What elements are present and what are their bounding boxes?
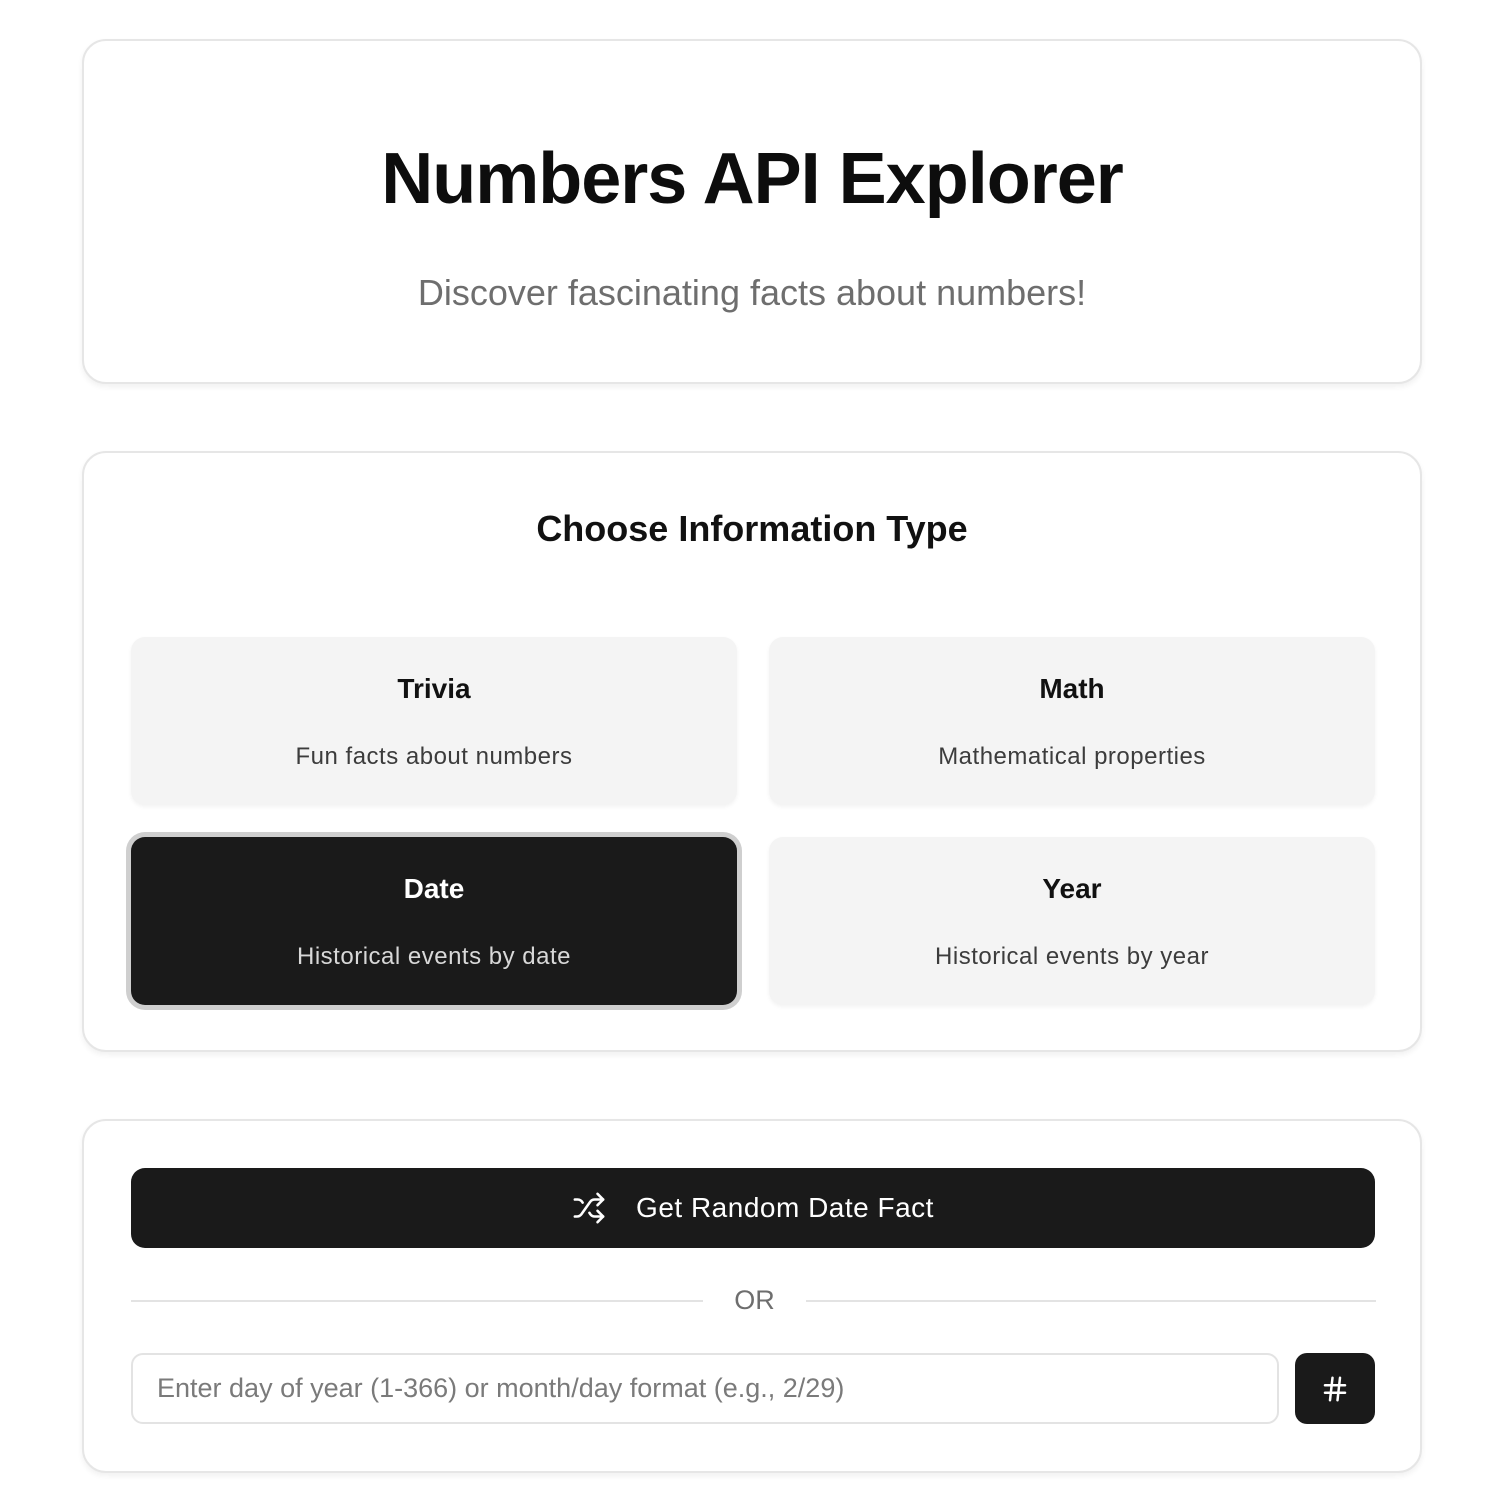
option-math[interactable]: Math Mathematical properties <box>769 637 1375 805</box>
option-title: Math <box>1039 673 1105 704</box>
fact-action-card: Get Random Date Fact OR <box>82 1119 1422 1473</box>
section-title: Choose Information Type <box>536 508 968 549</box>
option-title: Trivia <box>397 673 471 704</box>
divider-line-right <box>806 1300 1376 1302</box>
submit-number-button[interactable] <box>1295 1353 1375 1424</box>
option-year[interactable]: Year Historical events by year <box>769 837 1375 1005</box>
page-title: Numbers API Explorer <box>381 139 1124 219</box>
option-description: Fun facts about numbers <box>295 743 573 770</box>
number-input[interactable] <box>131 1353 1279 1424</box>
information-type-card: Choose Information Type Trivia Fun facts… <box>82 451 1422 1052</box>
header-card: Numbers API Explorer Discover fascinatin… <box>82 39 1422 384</box>
shuffle-icon <box>572 1191 606 1225</box>
option-description: Historical events by year <box>935 943 1209 970</box>
option-date[interactable]: Date Historical events by date <box>131 837 737 1005</box>
option-title: Date <box>403 873 465 904</box>
option-description: Historical events by date <box>297 943 571 970</box>
option-trivia[interactable]: Trivia Fun facts about numbers <box>131 637 737 805</box>
divider-line-left <box>131 1300 703 1302</box>
or-separator: OR <box>734 1285 775 1315</box>
option-description: Mathematical properties <box>938 743 1206 770</box>
page-subtitle: Discover fascinating facts about numbers… <box>417 272 1087 313</box>
random-fact-button-label: Get Random Date Fact <box>636 1192 934 1223</box>
option-title: Year <box>1042 873 1102 904</box>
random-fact-button[interactable]: Get Random Date Fact <box>131 1168 1375 1248</box>
hash-icon <box>1320 1374 1350 1404</box>
